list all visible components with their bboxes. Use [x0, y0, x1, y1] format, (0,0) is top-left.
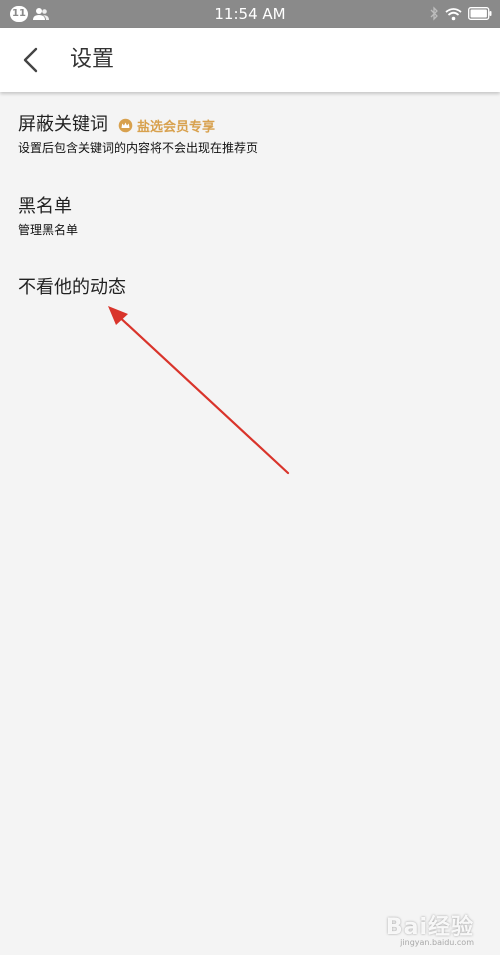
setting-title-row: 屏蔽关键词 盐选会员专享	[18, 113, 482, 137]
watermark-text: Bai经验	[385, 915, 474, 940]
chevron-left-icon[interactable]	[20, 47, 42, 73]
app-header: 设置	[0, 28, 500, 92]
setting-title: 不看他的动态	[18, 277, 126, 298]
setting-hide-their-feed[interactable]: 不看他的动态	[18, 276, 482, 300]
battery-icon	[468, 7, 492, 20]
setting-blocked-keywords[interactable]: 屏蔽关键词 盐选会员专享 设置后包含关键词的内容将不会出现在推荐页	[18, 113, 482, 156]
wifi-icon	[445, 7, 462, 20]
vip-crown-icon	[118, 118, 133, 132]
vip-member-badge: 盐选会员专享	[118, 116, 215, 135]
setting-blacklist[interactable]: 黑名单 管理黑名单	[18, 195, 482, 238]
setting-subtitle: 设置后包含关键词的内容将不会出现在推荐页	[18, 141, 259, 155]
page-title: 设置	[70, 47, 115, 72]
setting-title: 屏蔽关键词	[18, 114, 108, 135]
watermark: Bai经验 jingyan.baidu.com	[359, 907, 474, 947]
watermark-url: jingyan.baidu.com	[400, 938, 474, 947]
bluetooth-icon	[430, 6, 438, 21]
annotation-arrow	[108, 306, 290, 475]
status-right	[424, 6, 492, 21]
setting-subtitle: 管理黑名单	[18, 223, 79, 237]
vip-badge-label: 盐选会员专享	[137, 119, 216, 135]
status-bar: 11 11:54 AM	[0, 0, 500, 28]
setting-title: 黑名单	[18, 196, 72, 217]
